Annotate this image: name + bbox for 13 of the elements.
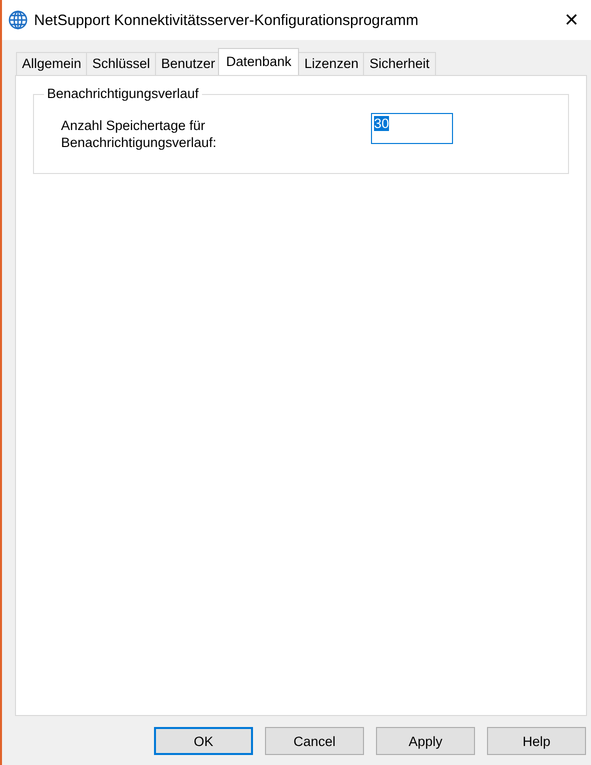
- dialog-button[interactable]: Help: [487, 727, 586, 755]
- dialog-button[interactable]: Apply: [376, 727, 475, 755]
- tab[interactable]: Datenbank: [218, 48, 300, 75]
- group-title: Benachrichtigungsverlauf: [44, 86, 202, 101]
- window-title: NetSupport Konnektivitätsserver-Konfigurationsprogramm: [34, 12, 420, 28]
- field-label: Anzahl Speichertage für Benachrichtigungsverlauf:: [61, 117, 218, 152]
- input-field[interactable]: 30: [371, 113, 453, 144]
- close-button[interactable]: ✕: [560, 9, 583, 31]
- tab[interactable]: Sicherheit: [363, 52, 436, 75]
- globe-icon: [8, 10, 28, 30]
- dialog-button[interactable]: Cancel: [265, 727, 364, 755]
- tab[interactable]: Allgemein: [16, 52, 88, 75]
- dialog-button[interactable]: OK: [154, 727, 253, 755]
